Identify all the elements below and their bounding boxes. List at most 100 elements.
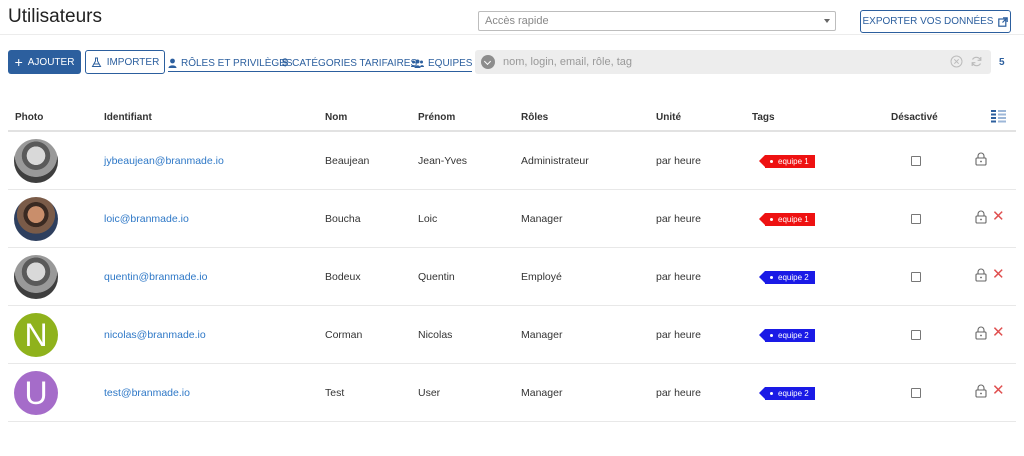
team-tag-label: equipe 2 bbox=[778, 273, 809, 282]
user-email-link[interactable]: loic@branmade.io bbox=[104, 213, 189, 225]
add-label: AJOUTER bbox=[27, 56, 75, 68]
refresh-icon[interactable] bbox=[970, 55, 983, 68]
columns-icon[interactable] bbox=[991, 110, 1006, 123]
user-firstname: Jean-Yves bbox=[418, 155, 468, 167]
user-firstname: User bbox=[418, 387, 441, 399]
dollar-icon: $ bbox=[282, 57, 289, 69]
user-role: Manager bbox=[521, 213, 563, 225]
user-email-link[interactable]: quentin@branmade.io bbox=[104, 271, 207, 283]
quick-access-placeholder: Accès rapide bbox=[485, 15, 549, 27]
user-lastname: Bodeux bbox=[325, 271, 361, 283]
team-tag[interactable]: equipe 1 bbox=[759, 155, 815, 168]
avatar-letter: U bbox=[24, 374, 48, 411]
column-header-photo: Photo bbox=[15, 112, 44, 123]
export-label: EXPORTER VOS DONNÉES bbox=[862, 16, 994, 27]
user-unit: par heure bbox=[656, 387, 701, 399]
user-email-link[interactable]: nicolas@branmade.io bbox=[104, 329, 206, 341]
clear-circle-icon[interactable] bbox=[950, 55, 963, 68]
import-button[interactable]: IMPORTER bbox=[85, 50, 165, 74]
user-icon bbox=[168, 58, 177, 68]
team-tag-label: equipe 2 bbox=[778, 331, 809, 340]
quick-access-select[interactable]: Accès rapide bbox=[478, 11, 836, 31]
table-row[interactable]: jybeaujean@branmade.io Beaujean Jean-Yves A… bbox=[8, 132, 1016, 190]
team-tag[interactable]: equipe 1 bbox=[759, 213, 815, 226]
disabled-checkbox[interactable] bbox=[911, 156, 921, 166]
export-data-button[interactable]: EXPORTER VOS DONNÉES bbox=[860, 10, 1011, 33]
result-count: 5 bbox=[999, 57, 1005, 68]
user-email-link[interactable]: jybeaujean@branmade.io bbox=[104, 155, 224, 167]
user-role: Manager bbox=[521, 387, 563, 399]
categories-label: CATÉGORIES TARIFAIRES bbox=[292, 57, 418, 69]
team-tag-label: equipe 2 bbox=[778, 389, 809, 398]
column-header-firstname[interactable]: Prénom bbox=[418, 112, 455, 123]
column-header-disabled[interactable]: Désactivé bbox=[891, 112, 938, 123]
add-user-button[interactable]: + AJOUTER bbox=[8, 50, 81, 74]
lock-icon[interactable] bbox=[975, 268, 987, 282]
search-input[interactable] bbox=[503, 53, 943, 71]
plus-icon: + bbox=[14, 54, 23, 70]
disabled-checkbox[interactable] bbox=[911, 214, 921, 224]
external-link-icon bbox=[998, 16, 1009, 27]
close-icon[interactable]: ✕ bbox=[992, 267, 1005, 282]
table-row[interactable]: loic@branmade.io Boucha Loic Manager par heu… bbox=[8, 190, 1016, 248]
table-row[interactable]: quentin@branmade.io Bodeux Quentin Employé p… bbox=[8, 248, 1016, 306]
lock-icon[interactable] bbox=[975, 210, 987, 224]
column-header-tags[interactable]: Tags bbox=[752, 112, 775, 123]
column-header-identifier[interactable]: Identifiant bbox=[104, 112, 152, 123]
caret-down-icon bbox=[824, 19, 830, 23]
close-icon[interactable]: ✕ bbox=[992, 383, 1005, 398]
team-tag-label: equipe 1 bbox=[778, 157, 809, 166]
user-firstname: Nicolas bbox=[418, 329, 453, 341]
search-bar bbox=[475, 50, 991, 74]
avatar: U bbox=[14, 371, 58, 415]
user-unit: par heure bbox=[656, 213, 701, 225]
teams-label: EQUIPES bbox=[428, 57, 473, 69]
column-header-roles[interactable]: Rôles bbox=[521, 112, 548, 123]
roles-privileges-link[interactable]: RÔLES ET PRIVILÈGES bbox=[168, 55, 293, 72]
avatar: N bbox=[14, 313, 58, 357]
column-header-lastname[interactable]: Nom bbox=[325, 112, 347, 123]
lock-icon[interactable] bbox=[975, 384, 987, 398]
import-label: IMPORTER bbox=[106, 56, 160, 68]
column-header-unit[interactable]: Unité bbox=[656, 112, 681, 123]
user-firstname: Quentin bbox=[418, 271, 455, 283]
users-icon bbox=[411, 59, 424, 68]
user-unit: par heure bbox=[656, 329, 701, 341]
user-firstname: Loic bbox=[418, 213, 438, 225]
pricing-categories-link[interactable]: $ CATÉGORIES TARIFAIRES bbox=[282, 55, 418, 72]
user-lastname: Boucha bbox=[325, 213, 361, 225]
team-tag[interactable]: equipe 2 bbox=[759, 387, 815, 400]
avatar bbox=[14, 139, 58, 183]
chevron-down-icon[interactable] bbox=[481, 55, 495, 69]
close-icon[interactable]: ✕ bbox=[992, 209, 1005, 224]
flask-icon bbox=[91, 57, 102, 67]
team-tag[interactable]: equipe 2 bbox=[759, 329, 815, 342]
user-unit: par heure bbox=[656, 155, 701, 167]
disabled-checkbox[interactable] bbox=[911, 272, 921, 282]
disabled-checkbox[interactable] bbox=[911, 388, 921, 398]
user-lastname: Beaujean bbox=[325, 155, 370, 167]
avatar-letter: N bbox=[24, 316, 48, 353]
user-role: Manager bbox=[521, 329, 563, 341]
user-unit: par heure bbox=[656, 271, 701, 283]
user-role: Administrateur bbox=[521, 155, 589, 167]
disabled-checkbox[interactable] bbox=[911, 330, 921, 340]
lock-icon[interactable] bbox=[975, 326, 987, 340]
close-icon[interactable]: ✕ bbox=[992, 325, 1005, 340]
teams-link[interactable]: EQUIPES bbox=[411, 55, 473, 72]
avatar bbox=[14, 255, 58, 299]
header-divider bbox=[0, 34, 1024, 35]
user-role: Employé bbox=[521, 271, 562, 283]
table-header: Photo Identifiant Nom Prénom Rôles Unité… bbox=[8, 108, 1016, 132]
page-title: Utilisateurs bbox=[8, 6, 102, 27]
roles-label: RÔLES ET PRIVILÈGES bbox=[181, 57, 293, 69]
users-table: Photo Identifiant Nom Prénom Rôles Unité… bbox=[8, 108, 1016, 422]
table-row[interactable]: Utest@branmade.io Test User Manager par heur… bbox=[8, 364, 1016, 422]
team-tag[interactable]: equipe 2 bbox=[759, 271, 815, 284]
avatar bbox=[14, 197, 58, 241]
table-row[interactable]: Nnicolas@branmade.io Corman Nicolas Manager… bbox=[8, 306, 1016, 364]
team-tag-label: equipe 1 bbox=[778, 215, 809, 224]
table-body: jybeaujean@branmade.io Beaujean Jean-Yves A… bbox=[8, 132, 1016, 422]
user-email-link[interactable]: test@branmade.io bbox=[104, 387, 190, 399]
lock-icon[interactable] bbox=[975, 152, 987, 166]
